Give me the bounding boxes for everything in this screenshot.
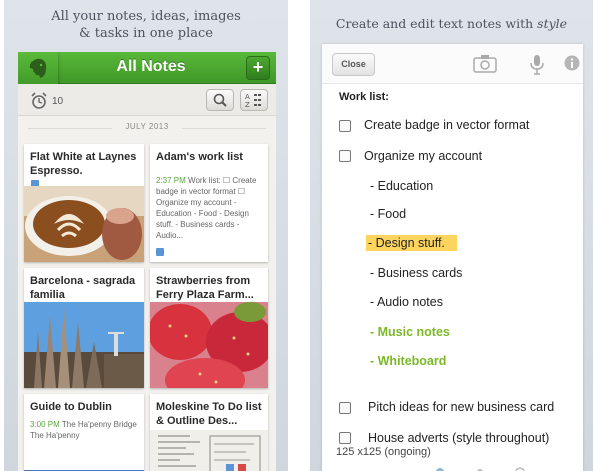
- note-card[interactable]: Strawberries from Ferry Plaza Farm...: [150, 268, 268, 388]
- list-item[interactable]: - Audio notes: [370, 295, 443, 309]
- highlighted-text[interactable]: - Design stuff.: [366, 235, 457, 251]
- checkbox[interactable]: [339, 432, 351, 444]
- checklist-item[interactable]: Create badge in vector format: [364, 118, 529, 132]
- strawberries-image: [150, 302, 268, 388]
- right-caption: Create and edit text notes with style: [310, 16, 593, 31]
- note-time: 3:00 PM: [30, 420, 60, 429]
- left-caption-line2: & tasks in one place: [79, 26, 213, 41]
- notes-app-screen: All Notes + 10 A Z JULY 2013 Flat White …: [18, 52, 276, 471]
- header-title: All Notes: [116, 58, 186, 75]
- note-title: Strawberries from Ferry Plaza Farm...: [156, 275, 254, 301]
- note-card[interactable]: Flat White at Laynes Espresso.: [24, 144, 144, 262]
- alarm-clock-icon[interactable]: [30, 92, 48, 110]
- note-card[interactable]: Barcelona - sagrada familia: [24, 268, 144, 388]
- microphone-icon[interactable]: [530, 55, 544, 75]
- checkbox[interactable]: [339, 120, 351, 132]
- note-title: Barcelona - sagrada familia: [30, 275, 136, 301]
- right-caption-text: Create and edit text notes with: [335, 16, 538, 31]
- sort-button[interactable]: A Z: [240, 89, 268, 111]
- checklist-item[interactable]: House adverts (style throughout): [368, 431, 549, 445]
- checklist-item[interactable]: Organize my account: [364, 149, 482, 163]
- note-time: 2:37 PM: [156, 176, 186, 185]
- search-button[interactable]: [206, 89, 234, 111]
- editor-toolbar: Close: [322, 44, 583, 84]
- svg-text:Z: Z: [245, 101, 250, 109]
- note-card[interactable]: Adam's work list 2:37 PM Work list: ☐ Cr…: [150, 144, 268, 262]
- list-item[interactable]: - Design stuff.: [366, 235, 457, 251]
- list-item[interactable]: - Education: [370, 179, 433, 193]
- note-editor-screen: Close Work list: Create badge in vector …: [322, 44, 583, 471]
- format-icons[interactable]: [322, 460, 583, 471]
- svg-text:A: A: [245, 93, 250, 101]
- note-editor-screenshot: Create and edit text notes with style Cl…: [310, 0, 593, 471]
- checklist-item[interactable]: Pitch ideas for new business card: [368, 400, 554, 414]
- image-badge-icon: [156, 248, 164, 256]
- elephant-icon: [29, 58, 47, 78]
- toolbar: 10 A Z: [18, 84, 276, 116]
- note-title: Moleskine To Do list & Outline Des...: [156, 401, 262, 427]
- note-title: Guide to Dublin: [30, 401, 112, 413]
- close-button[interactable]: Close: [332, 53, 375, 76]
- list-item-green[interactable]: - Whiteboard: [370, 354, 446, 368]
- add-note-button[interactable]: +: [246, 56, 270, 80]
- checkbox[interactable]: [339, 150, 351, 162]
- notes-list-screenshot: All your notes, ideas, images & tasks in…: [4, 0, 288, 471]
- note-title: Flat White at Laynes Espresso.: [30, 151, 137, 177]
- formatting-bar: [322, 460, 583, 471]
- coffee-image: [24, 186, 144, 262]
- list-item[interactable]: - Business cards: [370, 266, 462, 280]
- left-caption: All your notes, ideas, images & tasks in…: [4, 8, 288, 42]
- note-snippet: 2:37 PM Work list: ☐ Create badge in vec…: [156, 175, 264, 241]
- moleskine-sketch-image: [150, 430, 268, 471]
- note-heading: Work list:: [339, 91, 389, 103]
- note-snippet-text: Work list: ☐ Create badge in vector form…: [156, 176, 257, 240]
- reminder-count: 10: [52, 96, 64, 107]
- checklist-item-continued: 125 x125 (ongoing): [336, 446, 431, 458]
- note-card[interactable]: Guide to Dublin 3:00 PM The Ha'penny Bri…: [24, 394, 144, 471]
- right-caption-emphasis: style: [537, 16, 568, 31]
- camera-icon[interactable]: [473, 55, 497, 73]
- list-item-green[interactable]: - Music notes: [370, 325, 450, 339]
- search-icon: [213, 93, 227, 107]
- left-caption-line1: All your notes, ideas, images: [51, 9, 241, 24]
- info-icon[interactable]: [564, 55, 580, 71]
- sort-az-icon: A Z: [245, 93, 261, 109]
- note-title: Adam's work list: [156, 151, 243, 163]
- month-label: JULY 2013: [112, 122, 182, 131]
- list-item[interactable]: - Food: [370, 207, 406, 221]
- note-snippet: 3:00 PM The Ha'penny Bridge The Ha'penny: [30, 419, 140, 441]
- checkbox[interactable]: [339, 402, 351, 414]
- note-card[interactable]: Moleskine To Do list & Outline Des...: [150, 394, 268, 471]
- sagrada-familia-image: [24, 302, 144, 388]
